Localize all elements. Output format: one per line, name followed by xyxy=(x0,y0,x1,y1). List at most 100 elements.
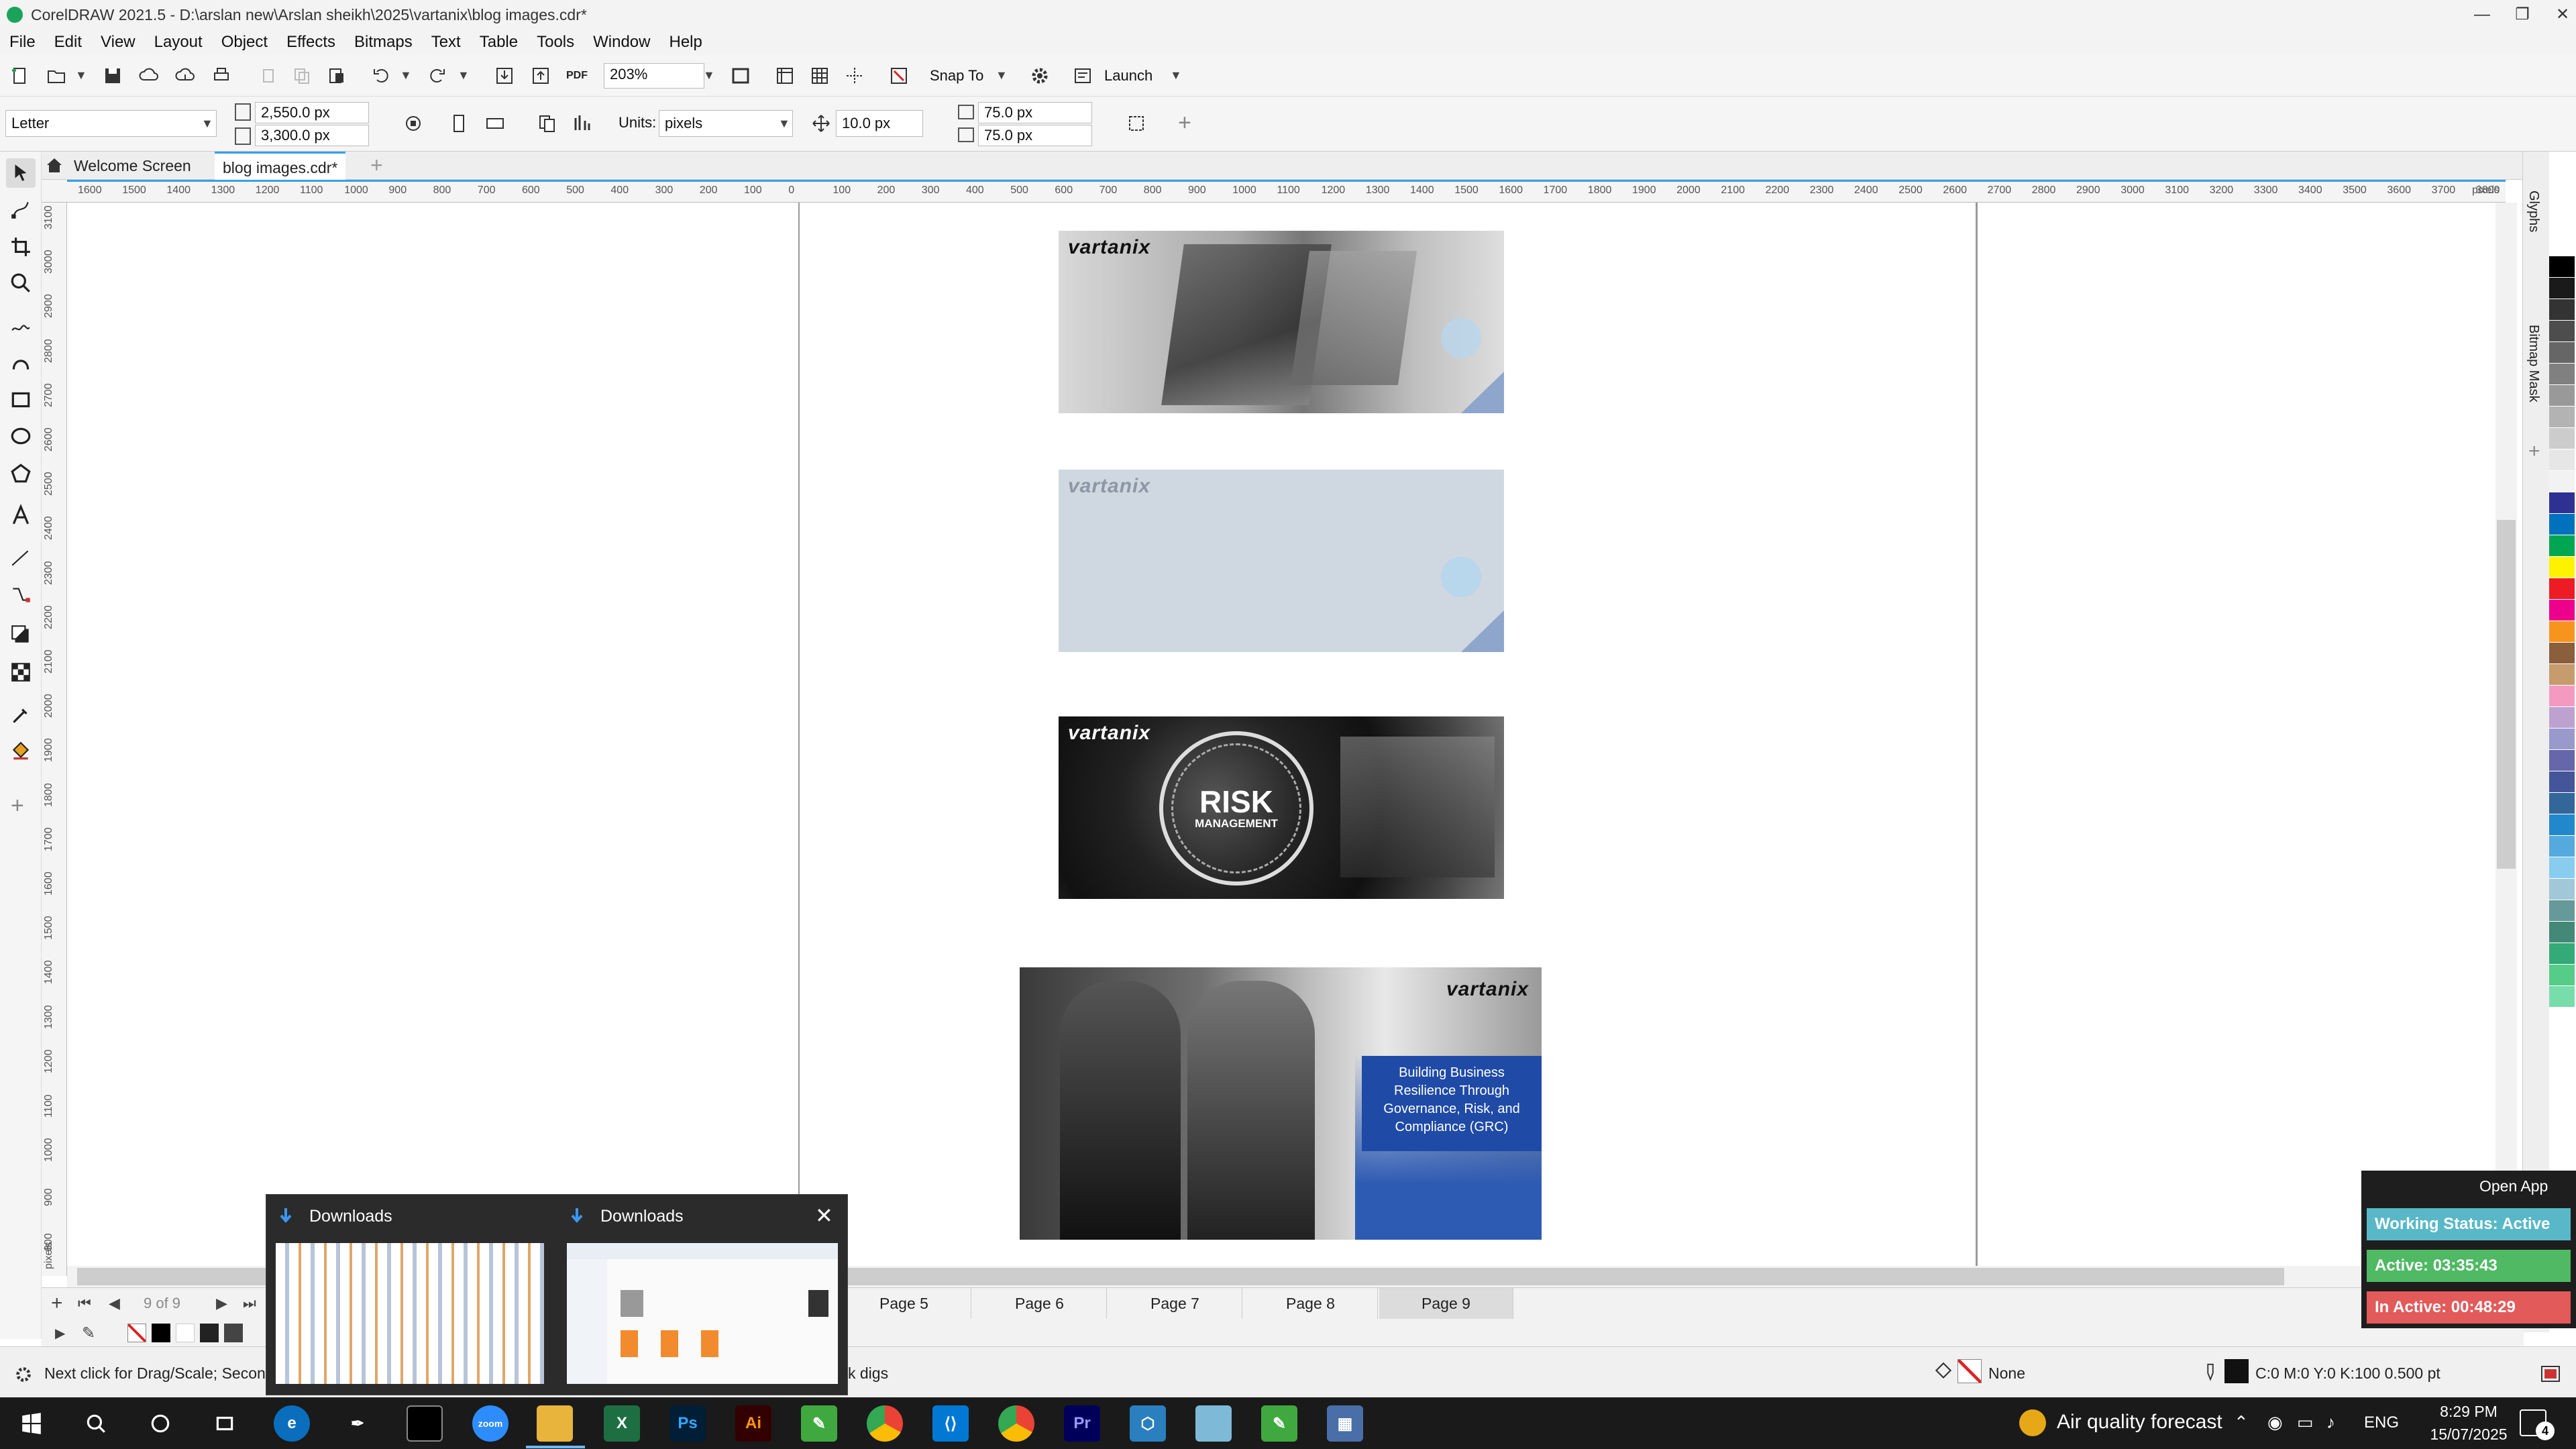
cloud-upload-icon[interactable] xyxy=(134,61,164,91)
freehand-tool-icon[interactable] xyxy=(6,311,36,341)
drop-shadow-tool-icon[interactable] xyxy=(6,620,36,649)
add-page-icon[interactable]: + xyxy=(51,1292,63,1315)
palette-swatch[interactable] xyxy=(2549,385,2575,407)
excel-icon[interactable]: X xyxy=(604,1405,640,1442)
page-tab-9[interactable]: Page 9 xyxy=(1379,1288,1513,1319)
palette-swatch[interactable] xyxy=(2549,857,2575,879)
palette-swatch[interactable] xyxy=(2549,686,2575,707)
undo-icon[interactable] xyxy=(366,61,396,91)
open-app-link[interactable]: Open App xyxy=(2479,1177,2548,1195)
tab-blog-images[interactable]: blog images.cdr* xyxy=(215,152,346,180)
menu-table[interactable]: Table xyxy=(470,30,527,55)
palette-swatch[interactable] xyxy=(2549,535,2575,557)
blog-image-2[interactable]: vartanix xyxy=(1059,470,1504,652)
chrome-icon[interactable] xyxy=(867,1405,903,1442)
page-size-select[interactable]: Letter xyxy=(5,110,217,137)
ellipse-tool-icon[interactable] xyxy=(6,421,36,451)
open-dropdown-icon[interactable]: ▼ xyxy=(75,68,87,83)
file-explorer-icon[interactable] xyxy=(537,1405,573,1442)
menu-bitmaps[interactable]: Bitmaps xyxy=(345,30,422,55)
rectangle-tool-icon[interactable] xyxy=(6,385,36,415)
palette-swatch[interactable] xyxy=(2549,836,2575,857)
palette-swatch[interactable] xyxy=(2549,407,2575,428)
clock-time[interactable]: 8:29 PM xyxy=(2422,1403,2516,1421)
previous-page-icon[interactable]: ◀ xyxy=(109,1295,120,1312)
hex-app-icon[interactable]: ⬡ xyxy=(1130,1405,1166,1442)
palette-swatch[interactable] xyxy=(2549,664,2575,686)
preview-title-left[interactable]: Downloads xyxy=(309,1207,392,1226)
fill-none-swatch[interactable] xyxy=(1957,1359,1982,1383)
palette-swatch[interactable] xyxy=(2549,471,2575,492)
vertical-ruler[interactable]: 3100 3000 2900 2800 2700 2600 2500 2400 2300 2200… xyxy=(42,203,67,1276)
print-icon[interactable] xyxy=(207,61,236,91)
add-docker-icon[interactable]: + xyxy=(2528,440,2540,463)
palette-swatch[interactable] xyxy=(2549,814,2575,836)
page-tab-7[interactable]: Page 7 xyxy=(1108,1288,1242,1319)
menu-tools[interactable]: Tools xyxy=(527,30,584,55)
redo-icon[interactable] xyxy=(423,61,452,91)
all-pages-icon[interactable] xyxy=(533,109,562,138)
menu-effects[interactable]: Effects xyxy=(277,30,345,55)
tray-app-icon[interactable]: ◉ xyxy=(2267,1412,2283,1433)
status-gear-icon[interactable] xyxy=(13,1364,34,1385)
palette-swatch[interactable] xyxy=(2549,965,2575,986)
preview-thumbnail-right[interactable] xyxy=(567,1243,838,1384)
blog-image-4[interactable]: vartanix Building Business Resilience Th… xyxy=(1020,967,1542,1240)
search-icon[interactable] xyxy=(78,1405,114,1442)
launch-dropdown-icon[interactable]: ▼ xyxy=(1170,68,1182,83)
glyphs-docker-tab[interactable]: Glyphs xyxy=(2526,191,2541,232)
launch-icon[interactable] xyxy=(1068,61,1097,91)
network-icon[interactable]: ▭ xyxy=(2297,1412,2314,1433)
palette-swatch[interactable] xyxy=(2549,621,2575,643)
publish-pdf-icon[interactable]: PDF xyxy=(562,61,592,91)
palette-swatch[interactable] xyxy=(2549,986,2575,1008)
treat-as-filled-icon[interactable] xyxy=(1122,109,1151,138)
palette-swatch[interactable] xyxy=(2549,321,2575,342)
zoom-icon[interactable]: zoom xyxy=(472,1405,508,1442)
menu-file[interactable]: File xyxy=(0,30,45,55)
palette-swatch[interactable] xyxy=(2549,557,2575,578)
tab-welcome-screen[interactable]: Welcome Screen xyxy=(66,152,199,180)
menu-text[interactable]: Text xyxy=(422,30,470,55)
parallel-dimension-tool-icon[interactable] xyxy=(6,543,36,573)
menu-help[interactable]: Help xyxy=(659,30,711,55)
page-tab-8[interactable]: Page 8 xyxy=(1244,1288,1378,1319)
current-page-icon[interactable] xyxy=(568,109,597,138)
tray-chevron-icon[interactable]: ⌃ xyxy=(2234,1412,2249,1433)
palette-swatch[interactable] xyxy=(2549,643,2575,664)
palette-scroll-icon[interactable]: ▶ xyxy=(55,1325,65,1342)
eyedropper-icon[interactable]: ✎ xyxy=(82,1324,95,1343)
blog-image-1[interactable]: vartanix xyxy=(1059,231,1504,413)
duplicate-distance-y-field[interactable]: 75.0 px xyxy=(978,125,1092,146)
vertical-scroll-thumb[interactable] xyxy=(2497,520,2516,869)
launch-button[interactable]: Launch xyxy=(1104,67,1152,85)
units-dropdown-icon[interactable]: ▼ xyxy=(778,117,790,131)
palette-swatch[interactable] xyxy=(2549,278,2575,299)
redo-dropdown-icon[interactable]: ▼ xyxy=(458,68,470,83)
color-eyedropper-tool-icon[interactable] xyxy=(6,700,36,730)
show-grid-icon[interactable] xyxy=(805,61,835,91)
ruler-origin[interactable] xyxy=(42,180,67,203)
open-icon[interactable] xyxy=(42,61,71,91)
first-page-icon[interactable]: ⏮ xyxy=(78,1295,91,1312)
undo-dropdown-icon[interactable]: ▼ xyxy=(400,68,412,83)
palette-swatch[interactable] xyxy=(2549,922,2575,943)
menu-object[interactable]: Object xyxy=(212,30,277,55)
palette-swatch[interactable] xyxy=(2549,578,2575,600)
palette-swatch[interactable] xyxy=(2549,771,2575,793)
zoom-tool-icon[interactable] xyxy=(6,268,36,298)
zoom-level-field[interactable]: 203% xyxy=(604,63,704,89)
palette-swatch[interactable] xyxy=(2549,729,2575,750)
close-window-button[interactable]: ✕ xyxy=(2536,0,2576,30)
start-icon[interactable] xyxy=(13,1405,50,1442)
coreldraw-icon[interactable]: ✎ xyxy=(801,1405,837,1442)
shape-tool-icon[interactable] xyxy=(6,195,36,224)
photoshop-icon[interactable]: Ps xyxy=(669,1405,706,1442)
calculator-icon[interactable]: ▦ xyxy=(1327,1405,1363,1442)
palette-swatch[interactable] xyxy=(2549,428,2575,449)
interactive-fill-tool-icon[interactable] xyxy=(6,737,36,766)
page-size-dropdown-icon[interactable]: ▼ xyxy=(201,117,213,131)
preview-thumbnail-left[interactable] xyxy=(276,1243,544,1384)
pen-icon[interactable]: ✒ xyxy=(339,1405,376,1442)
close-preview-icon[interactable]: ✕ xyxy=(815,1203,833,1228)
